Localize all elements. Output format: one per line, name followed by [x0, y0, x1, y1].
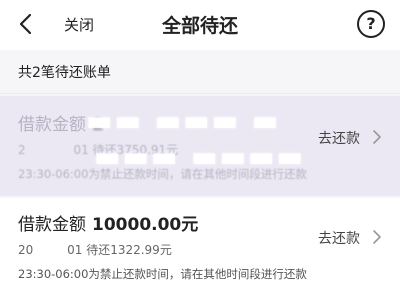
page: 关闭 全部待还 ? 共2笔待还账单 借款金额 2 2 01 待还3750.91元 …	[0, 0, 400, 294]
loan-amount-label: 借款金额	[18, 215, 86, 235]
repay-time-note: 23:30-06:00为禁止还款时间，请在其他时间段进行还款	[18, 267, 307, 281]
help-icon[interactable]: ?	[357, 10, 385, 38]
loan-amount-value: 10000.00元	[92, 215, 199, 235]
due-amount-text: 01 待还1322.99元	[67, 243, 172, 257]
loan-amount-value: 2	[92, 115, 104, 135]
loan-amount-line: 借款金额 2	[18, 110, 104, 135]
page-title: 全部待还	[161, 15, 238, 37]
due-info: 2 01 待还3750.91元	[18, 141, 178, 158]
watermark-mark: ▬▬ ▬▬▬ ▬	[86, 104, 281, 137]
due-date-fragment: 2	[18, 143, 26, 157]
due-date-fragment: 20	[18, 243, 34, 257]
bill-count-text: 共2笔待还账单	[18, 65, 111, 81]
chevron-right-icon[interactable]	[372, 129, 382, 145]
due-amount-text: 01 待还3750.91元	[73, 143, 179, 157]
top-nav-bar: 关闭 全部待还 ?	[0, 0, 400, 50]
bill-card[interactable]: 借款金额 10000.00元 20 01 待还1322.99元 23:30-06:…	[0, 198, 400, 294]
repay-button[interactable]: 去还款	[318, 228, 360, 248]
bill-summary: 共2笔待还账单	[0, 50, 400, 94]
repay-button[interactable]: 去还款	[318, 128, 360, 148]
due-info: 20 01 待还1322.99元	[18, 241, 172, 258]
repay-time-note: 23:30-06:00为禁止还款时间，请在其他时间段进行还款	[18, 167, 307, 181]
bill-card[interactable]: 借款金额 2 2 01 待还3750.91元 23:30-06:00为禁止还款时间…	[0, 96, 400, 196]
loan-amount-line: 借款金额 10000.00元	[18, 210, 198, 235]
chevron-right-icon[interactable]	[372, 229, 382, 245]
loan-amount-label: 借款金额	[18, 115, 86, 135]
